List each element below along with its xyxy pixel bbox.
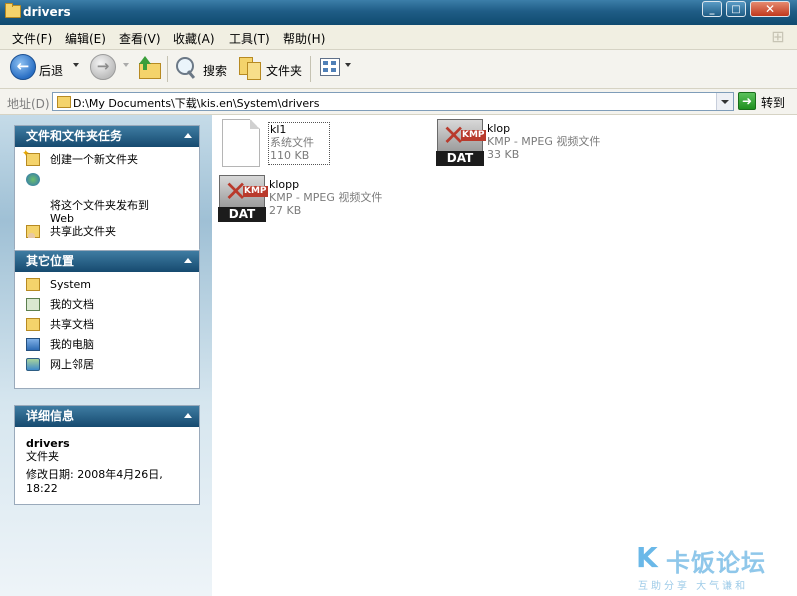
- title-bar[interactable]: drivers _ □ ✕: [0, 0, 797, 25]
- close-button[interactable]: ✕: [750, 1, 790, 17]
- task-label: 创建一个新文件夹: [50, 153, 138, 166]
- my-computer-icon: [26, 338, 40, 351]
- task-publish-web[interactable]: 将这个文件夹发布到 Web: [26, 173, 199, 225]
- file-list[interactable]: kl1 系统文件 110 KB ✕ KMP DAT klop KMP - MPEG…: [212, 115, 797, 596]
- file-tasks-title: 文件和文件夹任务: [26, 129, 123, 143]
- watermark-k-icon: K: [636, 541, 658, 574]
- file-name: klop: [487, 122, 511, 135]
- details-title: 详细信息: [26, 409, 75, 423]
- place-system[interactable]: System: [26, 278, 199, 298]
- file-name: kl1: [270, 123, 287, 136]
- details-folder-type: 文件夹: [26, 450, 59, 463]
- toolbar-separator: [167, 56, 168, 82]
- task-pane: 文件和文件夹任务 创建一个新文件夹 将这个文件夹发布到 Web 共享此文件夹: [0, 115, 212, 596]
- file-type: KMP - MPEG 视频文件: [269, 191, 383, 204]
- folders-button[interactable]: 文件夹: [266, 62, 302, 92]
- network-places-icon: [26, 358, 40, 371]
- file-type: KMP - MPEG 视频文件: [487, 135, 601, 148]
- details-folder-name: drivers: [26, 437, 70, 450]
- back-button[interactable]: 后退: [39, 62, 63, 92]
- collapse-icon[interactable]: [184, 133, 192, 138]
- address-bar: 地址(D) D:\My Documents\下载\kis.en\System\d…: [0, 89, 797, 115]
- file-size: 110 KB: [270, 149, 310, 162]
- file-item-klop[interactable]: ✕ KMP DAT klop KMP - MPEG 视频文件 33 KB: [436, 119, 636, 169]
- menu-favorites[interactable]: 收藏(A): [173, 30, 215, 47]
- file-tasks-panel: 文件和文件夹任务 创建一个新文件夹 将这个文件夹发布到 Web 共享此文件夹: [14, 125, 200, 251]
- file-tasks-header[interactable]: 文件和文件夹任务: [15, 126, 199, 147]
- task-share-folder[interactable]: 共享此文件夹: [26, 225, 199, 245]
- task-label: 将这个文件夹发布到 Web: [50, 199, 149, 225]
- up-folder-icon[interactable]: [137, 56, 161, 79]
- file-item-klopp[interactable]: ✕ KMP DAT klopp KMP - MPEG 视频文件 27 KB: [218, 175, 418, 225]
- watermark-logo: K 卡饭论坛 互助分享 大气谦和: [636, 540, 794, 594]
- place-label: 我的电脑: [50, 338, 94, 351]
- go-arrow-icon[interactable]: ➜: [738, 92, 756, 110]
- menu-tools[interactable]: 工具(T): [229, 30, 270, 47]
- menu-bar: 文件(F) 编辑(E) 查看(V) 收藏(A) 工具(T) 帮助(H) ⊞: [0, 25, 797, 50]
- folders-icon[interactable]: [239, 57, 261, 80]
- place-label: 我的文档: [50, 298, 94, 311]
- address-field[interactable]: D:\My Documents\下载\kis.en\System\drivers: [52, 92, 734, 111]
- file-size: 33 KB: [487, 148, 520, 161]
- minimize-button[interactable]: _: [702, 1, 722, 17]
- back-dropdown-icon[interactable]: [73, 63, 79, 67]
- back-arrow-icon[interactable]: ←: [10, 54, 36, 80]
- go-button[interactable]: 转到: [761, 94, 785, 111]
- windows-logo-icon: ⊞: [771, 27, 785, 46]
- views-dropdown-icon[interactable]: [345, 63, 351, 67]
- menu-view[interactable]: 查看(V): [119, 30, 161, 47]
- forward-arrow-icon[interactable]: →: [90, 54, 116, 80]
- address-dropdown-icon[interactable]: [716, 93, 733, 110]
- details-panel: 详细信息 drivers 文件夹 修改日期: 2008年4月26日, 18:22: [14, 405, 200, 505]
- details-header[interactable]: 详细信息: [15, 406, 199, 427]
- folder-icon: [26, 278, 40, 291]
- details-modified-date: 修改日期: 2008年4月26日, 18:22: [26, 468, 163, 495]
- place-label: System: [50, 278, 92, 291]
- search-icon[interactable]: [176, 57, 194, 75]
- shared-documents-icon: [26, 318, 40, 331]
- address-path[interactable]: D:\My Documents\下载\kis.en\System\drivers: [73, 95, 319, 111]
- place-network[interactable]: 网上邻居: [26, 358, 199, 378]
- kmp-dat-icon: ✕ KMP DAT: [436, 119, 486, 167]
- folder-icon: [57, 96, 71, 108]
- share-folder-icon: [26, 225, 40, 238]
- toolbar-separator: [310, 56, 311, 82]
- task-new-folder[interactable]: 创建一个新文件夹: [22, 148, 199, 173]
- other-places-title: 其它位置: [26, 254, 75, 268]
- folder-icon: [5, 3, 21, 18]
- place-label: 网上邻居: [50, 358, 94, 371]
- other-places-panel: 其它位置 System 我的文档 共享文档 我的电脑 网上邻居: [14, 250, 200, 389]
- maximize-button[interactable]: □: [726, 1, 746, 17]
- watermark-name: 卡饭论坛: [666, 549, 766, 577]
- forward-dropdown-icon[interactable]: [123, 63, 129, 67]
- menu-file[interactable]: 文件(F): [12, 30, 52, 47]
- place-label: 共享文档: [50, 318, 94, 331]
- file-item-kl1[interactable]: kl1 系统文件 110 KB: [222, 119, 402, 169]
- explorer-window: drivers _ □ ✕ 文件(F) 编辑(E) 查看(V) 收藏(A) 工具…: [0, 0, 797, 596]
- toolbar: ← 后退 → 搜索 文件夹: [0, 50, 797, 89]
- address-label: 地址(D): [7, 97, 50, 111]
- file-name: klopp: [269, 178, 300, 191]
- place-my-computer[interactable]: 我的电脑: [26, 338, 199, 358]
- new-folder-icon: [22, 148, 40, 166]
- blank-file-icon: [222, 119, 260, 167]
- menu-edit[interactable]: 编辑(E): [65, 30, 106, 47]
- kmp-dat-icon: ✕ KMP DAT: [218, 175, 268, 223]
- watermark-tagline: 互助分享 大气谦和: [638, 581, 749, 592]
- file-size: 27 KB: [269, 204, 302, 217]
- file-type: 系统文件: [270, 136, 314, 149]
- menu-help[interactable]: 帮助(H): [283, 30, 325, 47]
- place-shared-documents[interactable]: 共享文档: [26, 318, 199, 338]
- place-my-documents[interactable]: 我的文档: [26, 298, 199, 318]
- window-title: drivers: [23, 5, 71, 19]
- collapse-icon[interactable]: [184, 413, 192, 418]
- collapse-icon[interactable]: [184, 258, 192, 263]
- views-icon[interactable]: [320, 58, 340, 76]
- my-documents-icon: [26, 298, 40, 311]
- task-label: 共享此文件夹: [50, 225, 116, 238]
- other-places-header[interactable]: 其它位置: [15, 251, 199, 272]
- search-button[interactable]: 搜索: [203, 62, 227, 92]
- publish-web-icon: [26, 173, 40, 186]
